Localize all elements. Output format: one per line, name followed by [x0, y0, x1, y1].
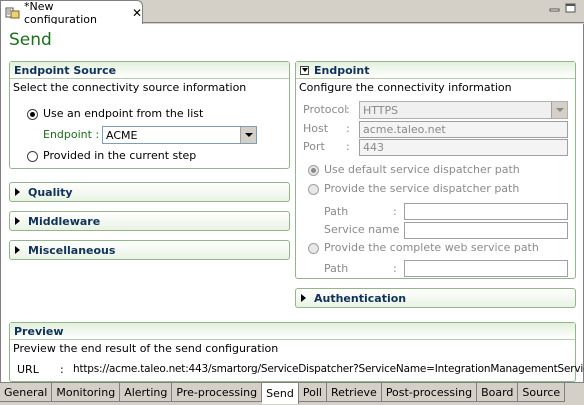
complete-path-radio[interactable] [308, 243, 319, 254]
service-name-field[interactable] [404, 222, 568, 239]
path2-label: Path [324, 262, 349, 275]
quality-section-title: Quality [28, 185, 73, 199]
editor-tab-title: *New configuration [23, 0, 97, 26]
service-name-label: Service name [324, 223, 400, 236]
protocol-select-value: HTTPS [363, 103, 399, 117]
path-label: Path [324, 205, 349, 218]
expand-arrow-icon [301, 294, 306, 302]
default-dispatcher-radio[interactable] [308, 165, 319, 176]
port-label: Port [303, 140, 325, 153]
url-label: URL [17, 363, 39, 376]
tab-source[interactable]: Source [518, 383, 566, 402]
middleware-section[interactable]: Middleware [9, 211, 290, 231]
endpoint-select-value: ACME [106, 128, 138, 142]
authentication-section[interactable]: Authentication [295, 288, 576, 308]
preview-description: Preview the end result of the send confi… [13, 342, 279, 355]
path-field[interactable] [404, 203, 568, 220]
close-icon[interactable]: ✕ [132, 6, 142, 20]
tab-board[interactable]: Board [477, 383, 519, 402]
default-dispatcher-label: Use default service dispatcher path [324, 163, 520, 176]
preview-header: Preview [10, 323, 575, 340]
provided-current-step-label: Provided in the current step [43, 149, 197, 162]
use-endpoint-list-label: Use an endpoint from the list [43, 107, 204, 120]
middleware-section-title: Middleware [28, 214, 101, 228]
provide-dispatcher-radio[interactable] [308, 184, 319, 195]
url-colon: : [60, 363, 64, 376]
endpoint-description: Configure the connectivity information [299, 81, 512, 94]
host-field[interactable]: acme.taleo.net [359, 121, 568, 138]
provide-dispatcher-label: Provide the service dispatcher path [324, 182, 520, 195]
chevron-down-icon[interactable] [551, 102, 567, 118]
protocol-label: Protocol [303, 103, 348, 116]
preview-section: Preview Preview the end result of the se… [9, 322, 584, 382]
endpoint-source-description: Select the connectivity source informati… [13, 81, 247, 94]
editor-body: Send Endpoint Source Select the connecti… [0, 24, 584, 382]
host-label: Host [303, 122, 329, 135]
host-colon: : [346, 122, 350, 135]
tab-retrieve[interactable]: Retrieve [326, 383, 382, 402]
endpoint-header[interactable]: Endpoint [296, 62, 575, 79]
expand-arrow-icon [15, 246, 20, 254]
bottom-tab-bar: General Monitoring Alerting Pre-processi… [0, 382, 584, 405]
endpoint-source-section: Endpoint Source Select the connectivity … [9, 61, 290, 169]
chevron-down-icon[interactable] [240, 127, 256, 143]
maximize-icon[interactable] [564, 3, 578, 15]
miscellaneous-section[interactable]: Miscellaneous [9, 240, 290, 260]
port-field[interactable]: 443 [359, 139, 568, 156]
tab-send[interactable]: Send [262, 383, 299, 404]
tab-pre-processing[interactable]: Pre-processing [172, 383, 263, 402]
window-controls [548, 3, 578, 15]
collapse-toggle-icon[interactable] [300, 65, 309, 75]
tab-post-processing[interactable]: Post-processing [381, 383, 478, 402]
expand-arrow-icon [15, 188, 20, 196]
endpoint-select[interactable]: ACME [102, 126, 257, 144]
provided-current-step-radio[interactable] [27, 151, 38, 162]
minimize-icon[interactable] [548, 3, 562, 15]
endpoint-section: Endpoint Configure the connectivity info… [295, 61, 576, 279]
service-name-colon: : [393, 223, 397, 236]
tab-monitoring[interactable]: Monitoring [52, 383, 121, 402]
quality-section[interactable]: Quality [9, 182, 290, 202]
protocol-select[interactable]: HTTPS [359, 101, 568, 119]
port-colon: : [346, 140, 350, 153]
tab-alerting[interactable]: Alerting [120, 383, 173, 402]
editor-tab-bar: *New configuration ✕ [0, 0, 584, 26]
tab-general[interactable]: General [0, 383, 53, 402]
expand-arrow-icon [15, 217, 20, 225]
url-value: https://acme.taleo.net:443/smartorg/Serv… [73, 363, 584, 375]
config-file-icon [5, 6, 22, 20]
miscellaneous-section-title: Miscellaneous [28, 243, 116, 257]
page-title: Send [9, 30, 52, 50]
use-endpoint-list-radio[interactable] [27, 109, 38, 120]
protocol-colon: : [346, 103, 350, 116]
path2-colon: : [393, 262, 397, 275]
endpoint-label: Endpoint : [43, 128, 100, 141]
path2-field[interactable] [404, 260, 568, 277]
endpoint-source-header: Endpoint Source [10, 62, 289, 79]
endpoint-title: Endpoint [314, 63, 370, 77]
authentication-section-title: Authentication [314, 291, 407, 305]
editor-tab[interactable]: *New configuration ✕ [0, 0, 143, 26]
tab-poll[interactable]: Poll [298, 383, 327, 402]
complete-path-label: Provide the complete web service path [324, 241, 539, 254]
path-colon: : [393, 205, 397, 218]
